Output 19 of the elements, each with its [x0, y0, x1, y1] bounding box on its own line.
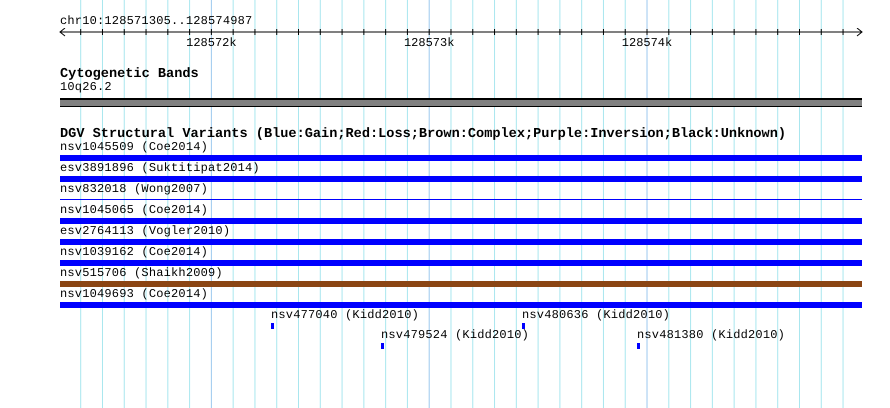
scale-label: 128573k: [404, 36, 454, 50]
variant-label: nsv832018 (Wong2007): [60, 183, 208, 196]
variant-label: nsv1039162 (Coe2014): [60, 246, 208, 259]
track-title: DGV Structural Variants (Blue:Gain;Red:Loss;Brown:Complex;Purple:Inversion;Black:Unknown): [60, 128, 786, 141]
variant-label: nsv477040 (Kidd2010): [271, 309, 420, 322]
variant-label: nsv515706 (Shaikh2009): [60, 267, 223, 280]
variant-label: esv3891896 (Suktitipat2014): [60, 162, 260, 175]
scale-label: 128574k: [622, 36, 672, 50]
variant-label: nsv1049693 (Coe2014): [60, 288, 208, 301]
chromosome-range: chr10:128571305..128574987: [60, 15, 252, 28]
variant-label: nsv1045065 (Coe2014): [60, 204, 208, 217]
band-label: 10q26.2: [60, 81, 112, 94]
variant-label: esv2764113 (Vogler2010): [60, 225, 230, 238]
variant-label: nsv1045509 (Coe2014): [60, 141, 208, 154]
track-title: Cytogenetic Bands: [60, 68, 199, 81]
variant-label: nsv479524 (Kidd2010): [381, 329, 530, 342]
variant-label: nsv480636 (Kidd2010): [522, 309, 670, 322]
scale-label: 128572k: [186, 36, 237, 50]
variant-label: nsv481380 (Kidd2010): [637, 329, 786, 342]
